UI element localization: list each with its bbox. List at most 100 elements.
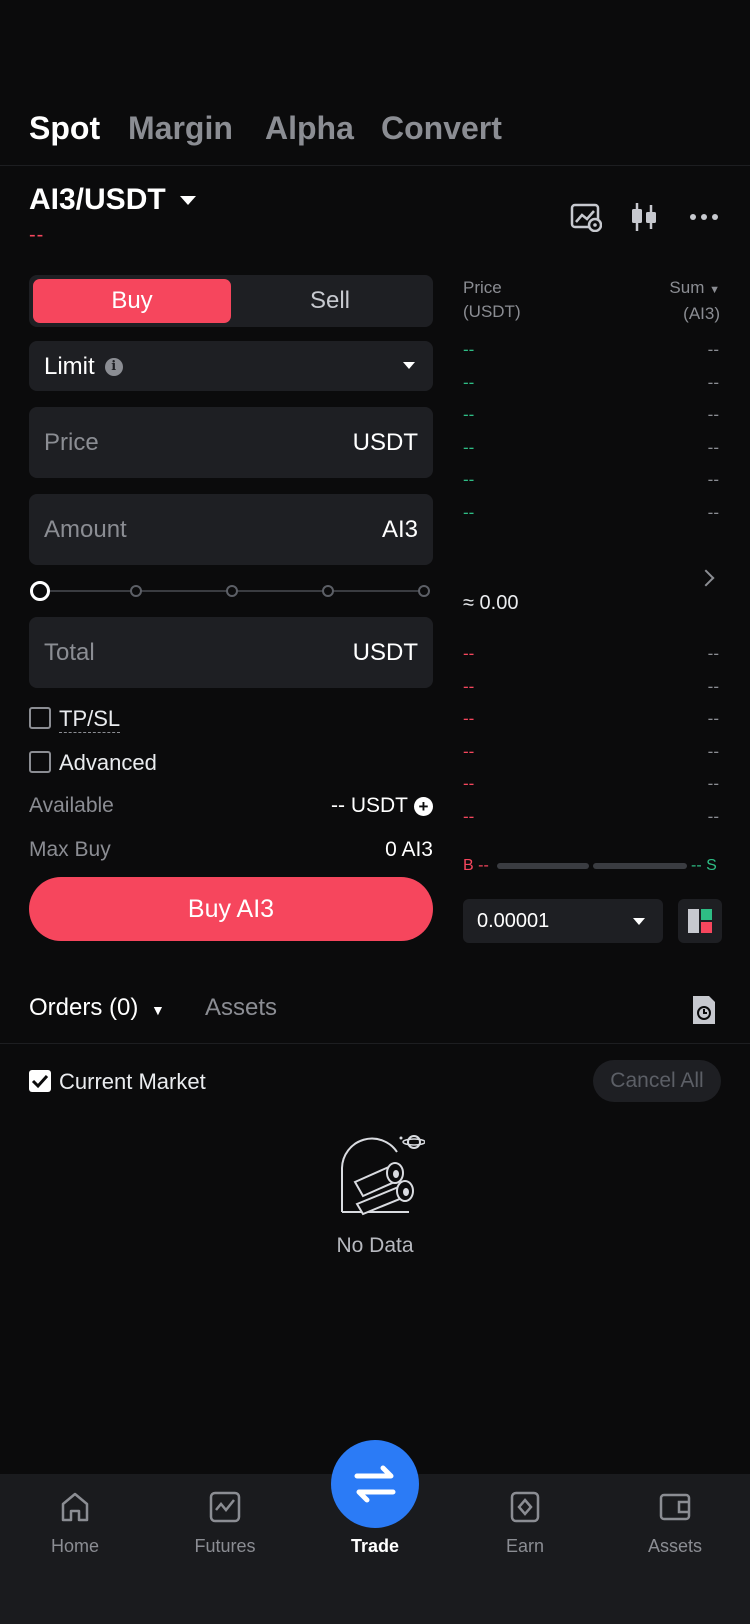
orderbook-row[interactable]: -- -- <box>463 677 719 701</box>
price-field[interactable]: Price USDT <box>29 407 433 478</box>
tpsl-checkbox[interactable] <box>29 707 51 729</box>
candlestick-icon[interactable] <box>627 200 661 234</box>
nav-assets[interactable]: Assets <box>600 1490 750 1557</box>
no-data-binoculars-icon <box>335 1130 426 1221</box>
total-field[interactable]: Total USDT <box>29 617 433 688</box>
orderbook-sum: -- <box>707 774 719 793</box>
buy-tab[interactable]: Buy <box>33 279 231 323</box>
advanced-checkbox[interactable] <box>29 751 51 773</box>
info-icon[interactable]: i <box>104 358 123 376</box>
amount-label: Amount <box>44 516 127 543</box>
tab-convert[interactable]: Convert <box>381 110 502 147</box>
orderbook-row[interactable]: -- -- <box>463 373 719 397</box>
tpsl-label[interactable]: TP/SL <box>59 706 121 733</box>
orderbook-price: -- <box>463 774 475 793</box>
tab-assets[interactable]: Assets <box>205 994 277 1022</box>
orderbook-row[interactable]: -- -- <box>463 709 719 733</box>
earn-icon <box>508 1490 542 1524</box>
buy-sell-toggle: Buy Sell <box>29 275 433 327</box>
tab-alpha[interactable]: Alpha <box>265 110 354 147</box>
nav-trade-label: Trade <box>350 1536 400 1556</box>
chevron-right-icon[interactable] <box>697 569 715 587</box>
chevron-down-icon <box>403 362 415 369</box>
tab-spot[interactable]: Spot <box>29 110 100 147</box>
trade-button[interactable] <box>331 1440 419 1528</box>
chevron-down-icon <box>633 918 645 925</box>
price-unit: USDT <box>352 429 418 456</box>
trade-icon <box>354 1465 396 1503</box>
nav-futures[interactable]: Futures <box>150 1490 300 1557</box>
tab-orders-label: Orders (0) <box>29 994 139 1021</box>
empty-state-label: No Data <box>336 1234 414 1257</box>
nav-futures-label: Futures <box>194 1536 256 1556</box>
more-icon[interactable] <box>687 200 721 234</box>
slider-step-100[interactable] <box>418 585 430 597</box>
total-unit: USDT <box>352 639 418 666</box>
chevron-down-icon <box>179 195 196 205</box>
orderbook-row[interactable]: -- -- <box>463 503 719 527</box>
price-header-unit: (USDT) <box>463 302 521 321</box>
orderbook-price: -- <box>463 437 475 457</box>
orderbook-row[interactable]: -- -- <box>463 807 719 831</box>
orderbook-price: -- <box>463 644 475 663</box>
orderbook-price: -- <box>463 709 475 728</box>
price-label: Price <box>44 429 99 456</box>
price-header-label: Price <box>463 278 502 297</box>
nav-earn-label: Earn <box>505 1536 545 1556</box>
amount-slider[interactable] <box>30 581 430 601</box>
orderbook-layout-icon[interactable] <box>678 899 722 943</box>
order-type-select[interactable]: Limit i <box>29 341 433 391</box>
caret-down-icon: ▼ <box>151 1002 165 1018</box>
orderbook-sum: -- <box>707 644 719 663</box>
slider-step-75[interactable] <box>322 585 334 597</box>
trade-type-tabs: Spot Margin Alpha Convert <box>0 100 750 166</box>
orderbook-price-header: Price (USDT) <box>463 276 521 324</box>
deposit-plus-icon[interactable]: + <box>414 796 433 816</box>
pair-selector[interactable]: AI3/USDT <box>29 183 196 217</box>
orders-tabs: Orders (0) ▼ Assets <box>0 984 750 1044</box>
sell-tab[interactable]: Sell <box>231 279 429 323</box>
orderbook-row[interactable]: -- -- <box>463 774 719 798</box>
slider-step-25[interactable] <box>130 585 142 597</box>
orderbook-row[interactable]: -- -- <box>463 405 719 429</box>
max-buy-value: 0 AI3 <box>385 838 433 861</box>
slider-step-50[interactable] <box>226 585 238 597</box>
advanced-label[interactable]: Advanced <box>59 750 157 776</box>
orderbook-price: -- <box>463 372 475 392</box>
tab-margin[interactable]: Margin <box>128 110 233 147</box>
sum-header-label: Sum <box>669 278 705 297</box>
nav-assets-label: Assets <box>647 1536 703 1556</box>
nav-earn[interactable]: Earn <box>450 1490 600 1557</box>
order-history-icon[interactable] <box>690 994 718 1031</box>
orderbook-sum: -- <box>707 470 719 489</box>
chart-settings-icon[interactable] <box>569 200 603 234</box>
total-label: Total <box>44 639 95 666</box>
orderbook-price: -- <box>463 676 475 696</box>
precision-value: 0.00001 <box>477 910 550 932</box>
cancel-all-button[interactable]: Cancel All <box>593 1060 721 1102</box>
pair-name: AI3/USDT <box>29 183 166 216</box>
orderbook-row[interactable]: -- -- <box>463 742 719 766</box>
orderbook-row[interactable]: -- -- <box>463 644 719 668</box>
nav-home[interactable]: Home <box>0 1490 150 1557</box>
mid-price: ≈ 0.00 <box>463 592 519 614</box>
current-market-label[interactable]: Current Market <box>59 1069 206 1095</box>
orderbook-price: -- <box>463 405 475 424</box>
available-label: Available <box>29 794 114 817</box>
orderbook-row[interactable]: -- -- <box>463 438 719 462</box>
orderbook-row[interactable]: -- -- <box>463 470 719 494</box>
orderbook-row[interactable]: -- -- <box>463 340 719 364</box>
tab-orders[interactable]: Orders (0) ▼ <box>29 994 165 1022</box>
sell-ratio-bar <box>593 863 687 869</box>
amount-field[interactable]: Amount AI3 <box>29 494 433 565</box>
precision-select[interactable]: 0.00001 <box>463 899 663 943</box>
orderbook-sum: -- <box>707 502 719 522</box>
current-market-checkbox[interactable] <box>29 1070 51 1092</box>
futures-icon <box>208 1490 242 1524</box>
orderbook-sum-header[interactable]: Sum ▼ (AI3) <box>640 276 720 326</box>
buy-submit-button[interactable]: Buy AI3 <box>29 877 433 941</box>
slider-handle[interactable] <box>30 581 50 601</box>
orderbook-price: -- <box>463 502 475 522</box>
max-buy-label: Max Buy <box>29 838 111 861</box>
orderbook-sum: -- <box>707 340 719 359</box>
